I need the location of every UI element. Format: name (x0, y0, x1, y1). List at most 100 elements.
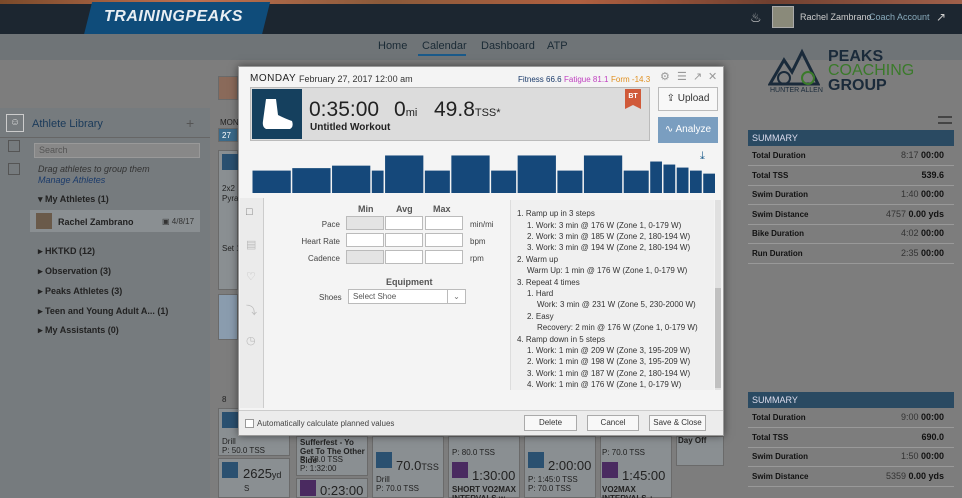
shoe-select[interactable]: Select Shoe ⌄ (348, 289, 466, 304)
delete-button[interactable]: Delete (524, 415, 577, 431)
cancel-button[interactable]: Cancel (587, 415, 639, 431)
workout-step[interactable]: 4. Work: 1 min @ 176 W (Zone 1, 0-179 W) (527, 380, 681, 389)
analyze-button[interactable]: ∿ Analyze (658, 117, 718, 143)
save-close-button[interactable]: Save & Close (649, 415, 706, 431)
workout-step[interactable]: 2. Easy (527, 312, 554, 321)
cadence-avg-input[interactable] (385, 250, 423, 264)
workout-step[interactable]: 1. Work: 3 min @ 176 W (Zone 1, 0-179 W) (527, 221, 681, 230)
workout-step-bar[interactable] (663, 164, 676, 193)
workout-title[interactable]: Untitled Workout (310, 122, 390, 133)
run-shoe-icon[interactable] (252, 89, 302, 139)
fitness-metric: Fitness 66.6 (518, 75, 562, 84)
bolt-icon[interactable]: ⤵ (246, 302, 258, 317)
workout-tss[interactable]: 49.8TSS* (434, 98, 501, 122)
user-avatar[interactable] (772, 6, 794, 28)
workout-step-bar[interactable] (292, 168, 331, 193)
group-observation[interactable]: ▸ Observation (3) (38, 266, 111, 277)
cal-workout-card[interactable] (218, 150, 238, 290)
workout-step-bar[interactable] (451, 155, 490, 193)
workout-step-bar[interactable] (517, 155, 556, 193)
workout-step-bar[interactable] (689, 170, 702, 193)
workout-step[interactable]: 3. Work: 1 min @ 187 W (Zone 2, 180-194 … (527, 369, 690, 378)
workout-step[interactable]: 3. Work: 3 min @ 194 W (Zone 2, 180-194 … (527, 243, 690, 252)
workout-step-bar[interactable] (650, 161, 662, 193)
gear-icon[interactable]: ⚙ (660, 70, 670, 83)
hr-min-input[interactable] (346, 233, 384, 247)
workout-step-bar[interactable] (491, 170, 517, 193)
workout-step[interactable]: Recovery: 2 min @ 176 W (Zone 1, 0-179 W… (537, 323, 698, 332)
notification-bell-icon[interactable]: ♨ (750, 10, 762, 25)
trainingpeaks-logo[interactable]: TRAININGPEAKS (104, 8, 243, 26)
workout-step[interactable]: 1. Hard (527, 289, 553, 298)
menu-icon[interactable] (938, 116, 952, 124)
workout-step-bar[interactable] (623, 170, 649, 193)
group-hktkd[interactable]: ▸ HKTKD (12) (38, 246, 95, 257)
workout-step[interactable]: Work: 3 min @ 231 W (Zone 5, 230-2000 W) (537, 300, 696, 309)
workout-duration[interactable]: 0:35:00 (309, 98, 379, 122)
workout-step[interactable]: Warm Up: 1 min @ 176 W (Zone 1, 0-179 W) (527, 266, 687, 275)
manage-athletes-link[interactable]: Manage Athletes (38, 175, 105, 185)
athlete-library-icon[interactable]: ☺ (6, 114, 24, 132)
pace-avg-input[interactable] (385, 216, 423, 230)
modal-date[interactable]: February 27, 2017 12:00 am (299, 74, 413, 84)
close-icon[interactable]: ✕ (708, 70, 717, 83)
auto-calc-checkbox[interactable] (245, 419, 254, 428)
workout-step-bar[interactable] (676, 167, 689, 193)
workout-step[interactable]: 4. Ramp down in 5 steps (517, 335, 605, 344)
run-shoe-icon (528, 452, 544, 468)
workout-step-bar[interactable] (371, 170, 384, 193)
group-my-assistants[interactable]: ▸ My Assistants (0) (38, 325, 119, 336)
cal-workout-card[interactable] (218, 294, 238, 340)
card-text: P: 1:32:00 (300, 464, 337, 473)
document-icon[interactable]: □ (246, 206, 258, 218)
expand-icon[interactable]: ↗ (693, 70, 702, 83)
workout-step[interactable]: 1. Ramp up in 3 steps (517, 209, 595, 218)
download-icon[interactable]: ⤓ (700, 150, 705, 163)
workout-distance[interactable]: 0mi (394, 98, 417, 122)
scrollbar-thumb[interactable] (715, 288, 721, 388)
workout-step-bar[interactable] (385, 155, 424, 193)
pace-label: Pace (321, 220, 340, 229)
workout-step-bar[interactable] (424, 170, 450, 193)
group-my-athletes[interactable]: ▾ My Athletes (1) (38, 194, 109, 205)
workout-step-bar[interactable] (583, 155, 623, 193)
workout-step-bar[interactable] (332, 165, 371, 193)
nav-calendar[interactable]: Calendar (422, 40, 467, 52)
list-icon[interactable] (8, 163, 20, 175)
workout-structure-chart[interactable] (252, 148, 716, 193)
hr-avg-input[interactable] (385, 233, 423, 247)
hr-max-input[interactable] (425, 233, 463, 247)
summary-value: 2:35 00:00 (900, 247, 944, 258)
group-peaks-athletes[interactable]: ▸ Peaks Athletes (3) (38, 286, 122, 297)
nav-atp[interactable]: ATP (547, 40, 568, 52)
metric-label: Fitness (518, 75, 544, 84)
coach-account-link[interactable]: Coach Account (869, 12, 930, 22)
workout-library-icon[interactable] (8, 140, 20, 152)
workout-step[interactable]: 3. Repeat 4 times (517, 278, 580, 287)
workout-step[interactable]: 2. Warm up (517, 255, 558, 264)
clock-icon[interactable]: ◷ (246, 334, 258, 347)
summary-value: 1:50 00:00 (900, 451, 944, 461)
summary-header: SUMMARY (748, 130, 954, 146)
pace-max-input[interactable] (425, 216, 463, 230)
user-name[interactable]: Rachel Zambrano (800, 12, 872, 22)
workout-step-bar[interactable] (703, 173, 715, 193)
nav-home[interactable]: Home (378, 40, 407, 52)
workout-step-bar[interactable] (252, 170, 291, 193)
cal-day-27[interactable]: 27 (218, 128, 238, 142)
chart-icon[interactable]: ▤ (246, 238, 258, 251)
nav-dashboard[interactable]: Dashboard (481, 40, 535, 52)
add-plus-icon[interactable]: + (186, 115, 194, 131)
menu-icon[interactable]: ☰ (677, 70, 687, 83)
upload-button[interactable]: ⇪ Upload (658, 87, 718, 111)
workout-step-bar[interactable] (557, 170, 583, 193)
athlete-date: ▣ 4/8/17 (162, 217, 195, 226)
workout-step[interactable]: 1. Work: 1 min @ 209 W (Zone 3, 195-209 … (527, 346, 690, 355)
athlete-search-input[interactable]: Search (34, 143, 200, 158)
heart-icon[interactable]: ♡ (246, 270, 258, 283)
workout-step[interactable]: 2. Work: 1 min @ 198 W (Zone 3, 195-209 … (527, 357, 690, 366)
cadence-max-input[interactable] (425, 250, 463, 264)
group-teen-young-adult[interactable]: ▸ Teen and Young Adult A... (1) (38, 306, 168, 317)
workout-step[interactable]: 2. Work: 3 min @ 185 W (Zone 2, 180-194 … (527, 232, 690, 241)
expand-icon[interactable]: ↗ (936, 10, 946, 24)
